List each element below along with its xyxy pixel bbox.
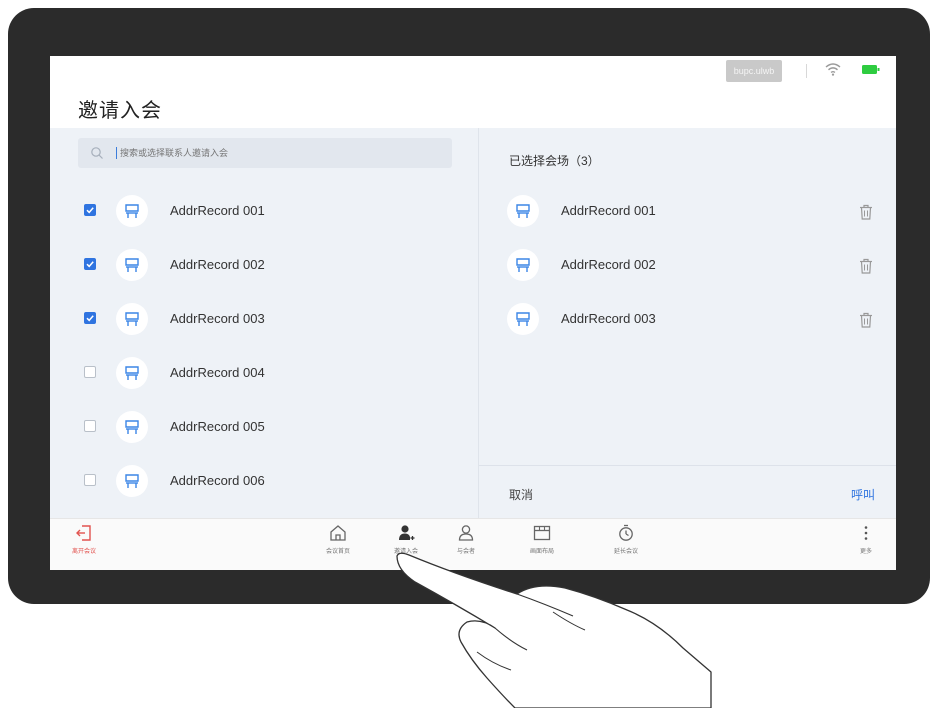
trash-icon [860,312,872,328]
more-icon [864,526,868,540]
contact-avatar [116,249,148,281]
add-person-icon [399,525,415,540]
selected-avatar [507,249,539,281]
search-bar[interactable] [78,138,452,168]
meeting-home-button[interactable]: 会议首页 [308,523,368,555]
trash-icon [860,258,872,274]
meeting-room-icon [516,204,530,218]
page-title: 邀请入会 [78,100,162,122]
contact-checkbox[interactable] [84,312,96,324]
contact-avatar [116,465,148,497]
contact-avatar [116,357,148,389]
wifi-icon [825,63,841,76]
call-button[interactable]: 呼叫 [851,486,875,503]
contact-row[interactable]: AddrRecord 006 [50,454,478,508]
selected-name: AddrRecord 003 [561,311,656,326]
contact-checkbox[interactable] [84,366,96,378]
invite-button[interactable]: 邀请入会 [376,523,436,555]
search-input[interactable] [112,138,420,168]
contact-name: AddrRecord 001 [170,203,265,218]
meeting-room-icon [125,258,139,272]
pointing-hand-icon [396,552,712,708]
cancel-button[interactable]: 取消 [509,486,533,503]
contact-checkbox[interactable] [84,258,96,270]
leave-meeting-button[interactable]: 离开会议 [54,523,114,555]
contact-avatar [116,195,148,227]
more-label: 更多 [859,549,872,555]
contact-checkbox[interactable] [84,420,96,432]
selected-row: AddrRecord 002 [479,238,896,292]
search-icon [91,147,103,159]
remove-button[interactable] [859,258,873,279]
checkmark-icon [86,207,94,214]
meeting-room-icon [125,312,139,326]
selected-name: AddrRecord 001 [561,203,656,218]
status-bar: bupc.ulwb [50,56,896,86]
contact-row[interactable]: AddrRecord 002 [50,238,478,292]
layout-button[interactable]: 画面布局 [512,523,572,555]
contact-name: AddrRecord 003 [170,311,265,326]
selected-row: AddrRecord 003 [479,292,896,346]
tablet-frame: bupc.ulwb 邀请入会 搜索或选择联系人邀请入会 AddrRecord 0… [8,8,930,604]
selected-name: AddrRecord 002 [561,257,656,272]
selected-avatar [507,303,539,335]
contact-name: AddrRecord 002 [170,257,265,272]
checkmark-icon [86,315,94,322]
screen: bupc.ulwb 邀请入会 搜索或选择联系人邀请入会 AddrRecord 0… [50,56,896,570]
more-button[interactable]: 更多 [836,523,896,555]
timer-icon [619,524,633,541]
meeting-home-label: 会议首页 [325,549,350,555]
contact-avatar [116,411,148,443]
home-icon [330,525,346,541]
layout-icon [533,525,551,541]
meeting-room-icon [125,474,139,488]
remove-button[interactable] [859,312,873,333]
contact-picker-panel: AddrRecord 001 AddrRecord 002 AddrRecord 0… [50,128,478,518]
status-divider [806,64,807,78]
contact-row[interactable]: AddrRecord 003 [50,292,478,346]
leave-meeting-label: 离开会议 [71,549,96,555]
contact-checkbox[interactable] [84,474,96,486]
meeting-room-icon [125,204,139,218]
meeting-room-icon [125,420,139,434]
contact-avatar [116,303,148,335]
contact-row[interactable]: AddrRecord 001 [50,184,478,238]
contact-checkbox[interactable] [84,204,96,216]
checkmark-icon [86,261,94,268]
meeting-room-icon [125,366,139,380]
meeting-room-icon [516,258,530,272]
selected-avatar [507,195,539,227]
contact-row[interactable]: AddrRecord 005 [50,400,478,454]
battery-icon [862,65,880,74]
selected-row: AddrRecord 001 [479,184,896,238]
network-badge: bupc.ulwb [726,60,782,82]
meeting-room-icon [516,312,530,326]
footer-divider [479,465,896,466]
exit-icon [76,525,91,541]
remove-button[interactable] [859,204,873,225]
selected-header: 已选择会场（3） [509,154,600,168]
contact-name: AddrRecord 006 [170,473,265,488]
trash-icon [860,204,872,220]
contact-row[interactable]: AddrRecord 004 [50,346,478,400]
contact-name: AddrRecord 005 [170,419,265,434]
person-icon [458,525,474,541]
participants-button[interactable]: 与会者 [436,523,496,555]
selected-panel: 已选择会场（3） AddrRecord 001 AddrRecord 002 Add… [479,128,896,518]
contact-name: AddrRecord 004 [170,365,265,380]
extend-meeting-button[interactable]: 延长会议 [596,523,656,555]
